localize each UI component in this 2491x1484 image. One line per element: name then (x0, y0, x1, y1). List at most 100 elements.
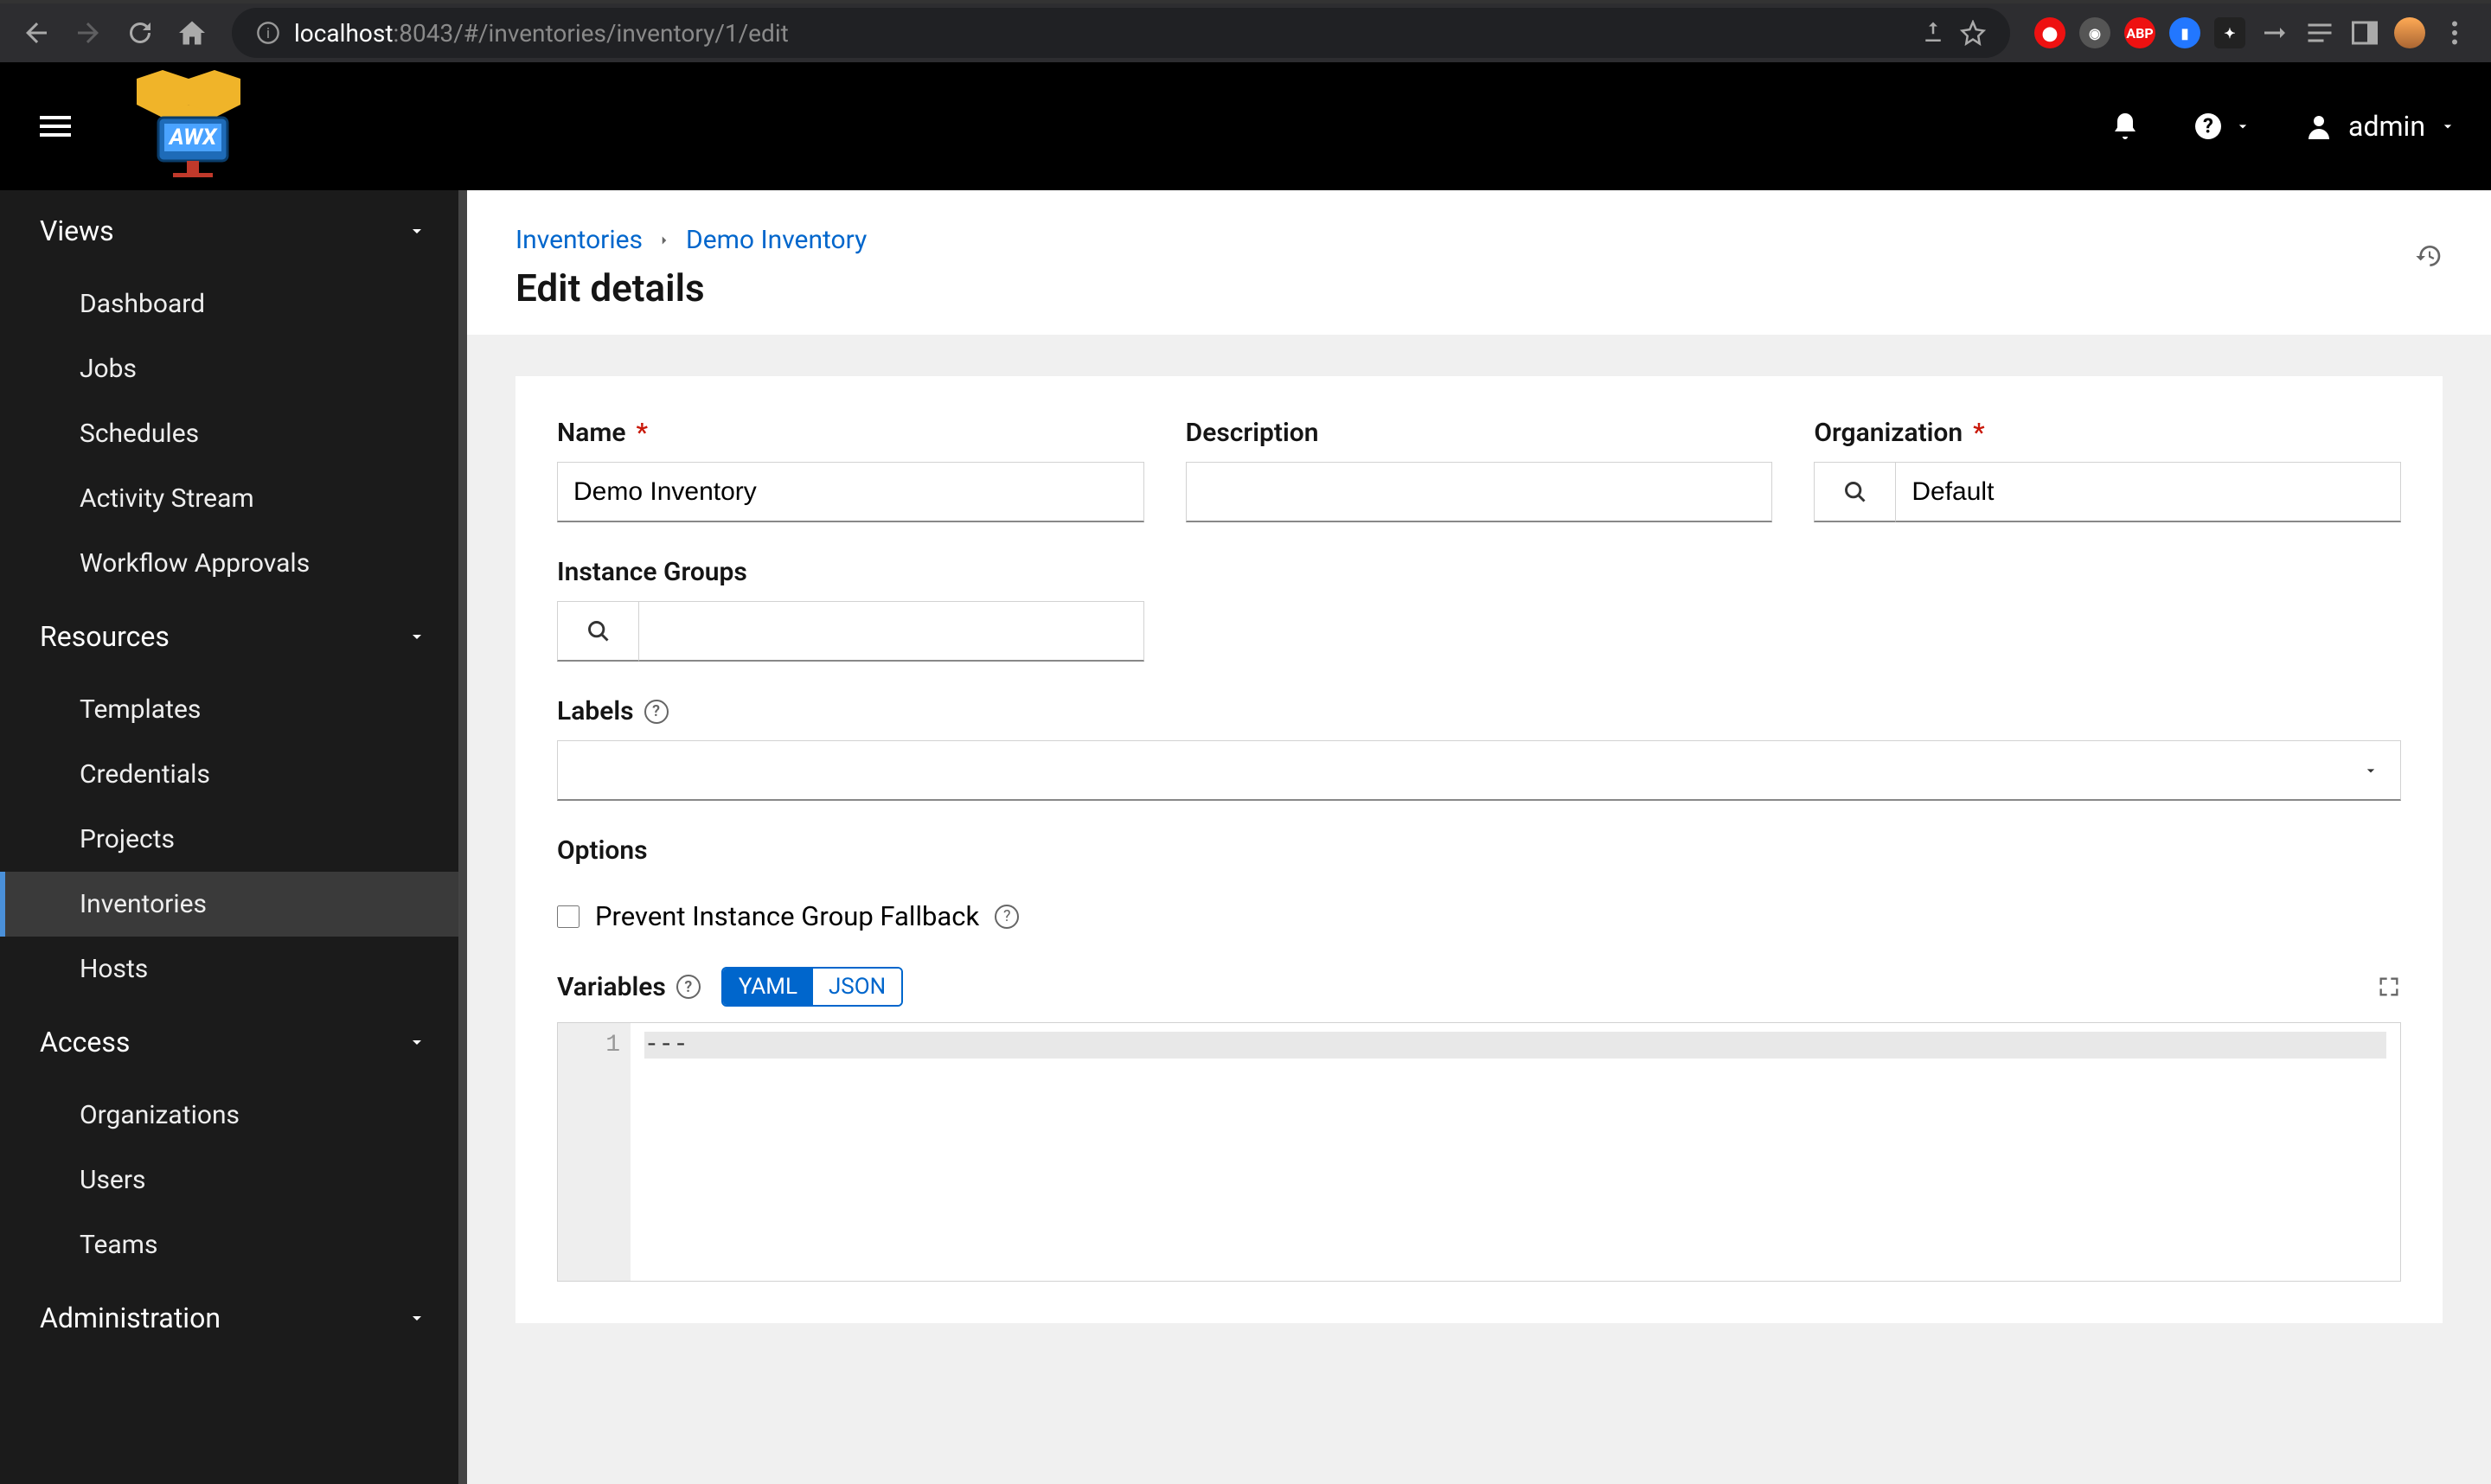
reading-list-icon[interactable] (2304, 17, 2335, 48)
chevron-right-icon (656, 233, 672, 248)
breadcrumb-item[interactable]: Demo Inventory (686, 225, 867, 255)
forward-icon[interactable] (73, 17, 104, 48)
variables-editor[interactable]: 1 --- (557, 1022, 2401, 1282)
labels-label: Labels (557, 696, 634, 726)
chevron-down-icon (407, 1308, 427, 1328)
awx-logo[interactable]: AWX (111, 70, 275, 182)
labels-select[interactable] (557, 740, 2401, 801)
form-card: Name * Description Organization * (515, 376, 2443, 1323)
header-actions: ? admin (2110, 110, 2456, 143)
organization-label: Organization (1814, 418, 1963, 448)
help-icon[interactable]: ? (644, 700, 669, 724)
extension-icon[interactable]: ◉ (2079, 17, 2110, 48)
prevent-fallback-checkbox[interactable] (557, 905, 580, 928)
name-input[interactable] (557, 462, 1144, 522)
required-asterisk: * (1973, 418, 1984, 448)
nav-item-organizations[interactable]: Organizations (0, 1083, 467, 1148)
extension-abp-icon[interactable]: ABP (2124, 17, 2155, 48)
instance-groups-input[interactable] (638, 601, 1144, 662)
variables-header: Variables ? YAML JSON (557, 967, 2401, 1007)
nav-item-inventories[interactable]: Inventories (0, 872, 467, 937)
caret-down-icon (2362, 762, 2379, 779)
help-icon: ? (2193, 111, 2224, 142)
nav-section-label: Views (40, 214, 114, 247)
nav-section-access[interactable]: Access (0, 1001, 467, 1083)
nav-item-credentials[interactable]: Credentials (0, 742, 467, 807)
instance-groups-lookup-button[interactable] (557, 601, 638, 662)
main-content: Inventories Demo Inventory Edit details … (467, 190, 2491, 1484)
nav-section-resources[interactable]: Resources (0, 596, 467, 677)
name-label: Name (557, 418, 626, 448)
name-group: Name * (557, 418, 1144, 522)
browser-chrome: i localhost:8043/#/inventories/inventory… (0, 0, 2491, 62)
nav-item-jobs[interactable]: Jobs (0, 336, 467, 401)
svg-text:?: ? (2203, 114, 2213, 138)
labels-group: Labels ? (557, 696, 2401, 801)
notifications-icon[interactable] (2110, 111, 2141, 142)
editor-content[interactable]: --- (631, 1023, 2400, 1281)
star-icon[interactable] (1960, 20, 1986, 46)
page-title: Edit details (515, 265, 867, 310)
nav-item-teams[interactable]: Teams (0, 1212, 467, 1277)
breadcrumb-root[interactable]: Inventories (515, 225, 643, 255)
help-menu[interactable]: ? (2193, 111, 2251, 142)
nav-item-workflow-approvals[interactable]: Workflow Approvals (0, 531, 467, 596)
back-icon[interactable] (21, 17, 52, 48)
sidebar: Views Dashboard Jobs Schedules Activity … (0, 190, 467, 1484)
nav-item-schedules[interactable]: Schedules (0, 401, 467, 466)
nav-toggle-icon[interactable] (35, 106, 76, 147)
url-text: localhost:8043/#/inventories/inventory/1… (294, 19, 789, 48)
extensions-menu-icon[interactable] (2259, 17, 2290, 48)
variables-label: Variables (557, 972, 666, 1002)
svg-text:AWX: AWX (168, 125, 218, 150)
expand-icon[interactable] (2377, 975, 2401, 999)
search-icon (586, 619, 611, 643)
variables-mode-toggle: YAML JSON (721, 967, 903, 1007)
nav-section-administration[interactable]: Administration (0, 1277, 467, 1359)
caret-down-icon (2439, 118, 2456, 135)
nav-section-label: Resources (40, 620, 170, 653)
prevent-fallback-row: Prevent Instance Group Fallback ? (557, 900, 2401, 932)
browser-nav (21, 17, 208, 48)
profile-avatar[interactable] (2394, 17, 2425, 48)
options-label: Options (557, 835, 648, 866)
prevent-fallback-label: Prevent Instance Group Fallback (595, 900, 979, 932)
nav-section-label: Access (40, 1026, 130, 1059)
nav-section-label: Administration (40, 1302, 221, 1334)
share-icon[interactable] (1920, 20, 1946, 46)
site-info-icon[interactable]: i (256, 21, 280, 45)
chevron-down-icon (407, 221, 427, 241)
nav-item-templates[interactable]: Templates (0, 677, 467, 742)
nav-item-hosts[interactable]: Hosts (0, 937, 467, 1001)
nav-item-projects[interactable]: Projects (0, 807, 467, 872)
home-icon[interactable] (176, 17, 208, 48)
variables-toggle-json[interactable]: JSON (813, 969, 901, 1005)
nav-section-views[interactable]: Views (0, 190, 467, 272)
help-icon[interactable]: ? (676, 975, 701, 999)
extension-icon[interactable]: ⬤ (2034, 17, 2065, 48)
nav-item-users[interactable]: Users (0, 1148, 467, 1212)
username: admin (2348, 110, 2425, 143)
breadcrumb: Inventories Demo Inventory (515, 225, 867, 255)
page-header: Inventories Demo Inventory Edit details (467, 190, 2491, 335)
organization-group: Organization * (1814, 418, 2401, 522)
extension-icon[interactable]: ✦ (2214, 17, 2245, 48)
description-input[interactable] (1186, 462, 1773, 522)
nav-item-activity-stream[interactable]: Activity Stream (0, 466, 467, 531)
nav-item-dashboard[interactable]: Dashboard (0, 272, 467, 336)
chevron-down-icon (407, 626, 427, 647)
variables-toggle-yaml[interactable]: YAML (723, 969, 813, 1005)
extension-icon[interactable]: ▮ (2169, 17, 2200, 48)
reload-icon[interactable] (125, 17, 156, 48)
organization-input[interactable] (1895, 462, 2401, 522)
url-bar[interactable]: i localhost:8043/#/inventories/inventory… (232, 8, 2010, 58)
history-icon[interactable] (2415, 242, 2443, 270)
user-menu[interactable]: admin (2303, 110, 2456, 143)
required-asterisk: * (637, 418, 648, 448)
help-icon[interactable]: ? (995, 905, 1019, 929)
chevron-down-icon (407, 1032, 427, 1052)
panel-icon[interactable] (2349, 17, 2380, 48)
description-label: Description (1186, 418, 1319, 448)
browser-menu-icon[interactable] (2439, 17, 2470, 48)
organization-lookup-button[interactable] (1814, 462, 1895, 522)
